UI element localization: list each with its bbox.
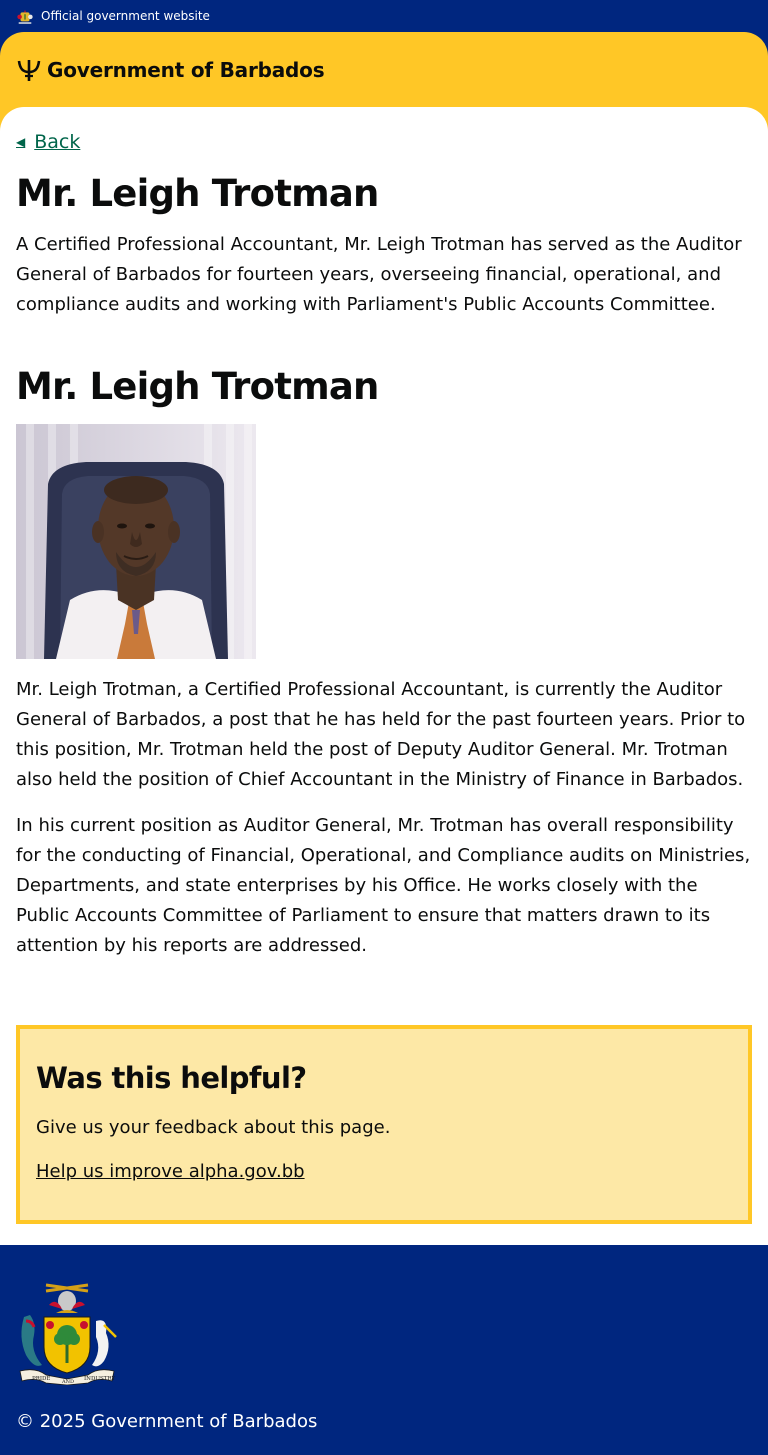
feedback-panel: Was this helpful? Give us your feedback … bbox=[16, 1025, 752, 1225]
page-title: Mr. Leigh Trotman bbox=[16, 172, 379, 215]
home-link[interactable]: Government of Barbados bbox=[16, 57, 325, 83]
back-link[interactable]: ◀ Back bbox=[16, 131, 80, 153]
official-banner: Official government website bbox=[0, 0, 768, 32]
coat-of-arms-icon: PRIDE AND INDUSTRY bbox=[19, 1283, 117, 1385]
coat-motto-mid: AND bbox=[61, 1379, 74, 1385]
bio-paragraph: Mr. Leigh Trotman, a Certified Professio… bbox=[16, 679, 746, 791]
main-content: ◀ Back Mr. Leigh Trotman A Certified Pro… bbox=[0, 107, 768, 1245]
page-lead: A Certified Professional Accountant, Mr.… bbox=[16, 233, 742, 315]
page: Official government website Government o… bbox=[0, 0, 768, 1455]
coat-of-arms-icon bbox=[17, 9, 33, 24]
coat-motto-left: PRIDE bbox=[32, 1376, 50, 1382]
arrow-left-icon: ◀ bbox=[16, 135, 26, 149]
site-footer: PRIDE AND INDUSTRY © 2025 Government of … bbox=[0, 1245, 768, 1455]
trident-icon bbox=[17, 60, 41, 81]
feedback-title: Was this helpful? bbox=[36, 1061, 307, 1096]
portrait-photo bbox=[16, 424, 256, 660]
feedback-link[interactable]: Help us improve alpha.gov.bb bbox=[36, 1161, 305, 1182]
feedback-text: Give us your feedback about this page. bbox=[36, 1117, 391, 1139]
section-title: Mr. Leigh Trotman bbox=[16, 364, 379, 408]
official-banner-text: Official government website bbox=[41, 9, 210, 23]
copyright-text: © 2025 Government of Barbados bbox=[16, 1411, 318, 1432]
coat-motto-right: INDUSTRY bbox=[84, 1376, 115, 1382]
back-label: Back bbox=[34, 131, 81, 153]
site-name: Government of Barbados bbox=[47, 58, 325, 82]
bio-paragraph: In his current position as Auditor Gener… bbox=[16, 815, 751, 957]
